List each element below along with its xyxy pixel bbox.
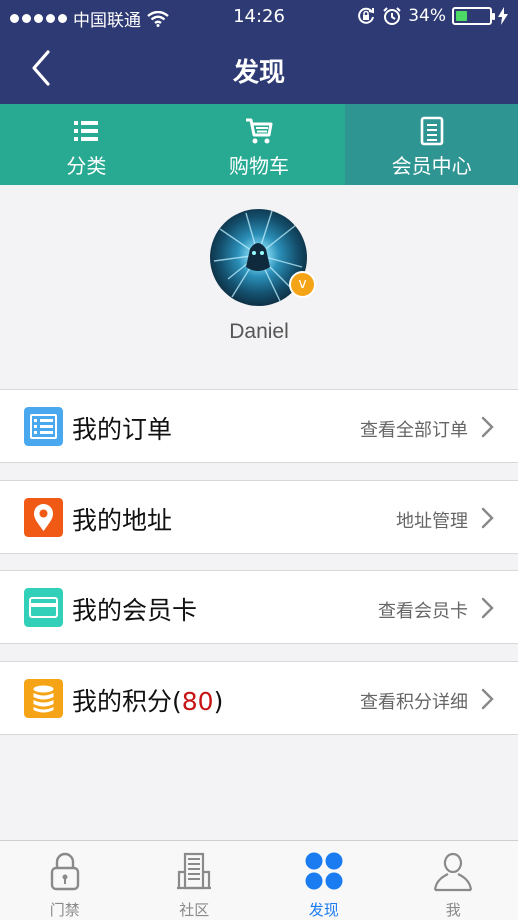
row-label: 我的订单 [72, 415, 173, 444]
chevron-right-icon [481, 416, 494, 438]
tab-label: 分类 [66, 154, 107, 178]
row-label: 我的地址 [72, 506, 173, 535]
row-action[interactable]: 地址管理 [396, 507, 468, 533]
status-bar: 中国联通 14:26 34% [0, 0, 518, 34]
tabbar-label: 我 [445, 901, 461, 919]
row-label: 我的会员卡 [72, 596, 198, 625]
document-icon [420, 116, 443, 146]
points-label-end: ) [213, 687, 224, 716]
chevron-right-icon [481, 597, 494, 619]
location-pin-icon [24, 498, 63, 537]
tabbar-item-discover[interactable]: 发现 [259, 841, 389, 920]
row-action[interactable]: 查看会员卡 [378, 597, 468, 623]
vip-badge: v [289, 271, 316, 298]
tab-cart[interactable]: 购物车 [173, 104, 346, 185]
coin-stack-icon [24, 679, 63, 718]
row-my-membership-card[interactable]: 我的会员卡 查看会员卡 [0, 570, 518, 644]
points-value: 80 [181, 687, 214, 716]
tabbar-label: 发现 [308, 901, 339, 919]
battery-percent: 34% [408, 6, 446, 26]
row-action[interactable]: 查看全部订单 [360, 416, 468, 442]
bottom-tab-bar: 门禁 社区 发现 我 [0, 840, 518, 920]
tab-member-center[interactable]: 会员中心 [345, 104, 518, 185]
row-my-points[interactable]: 我的积分(80) 查看积分详细 [0, 661, 518, 735]
chevron-right-icon [481, 688, 494, 710]
alarm-icon [383, 7, 401, 25]
tab-label: 购物车 [229, 154, 289, 178]
building-icon [177, 852, 212, 890]
tabbar-label: 社区 [179, 901, 210, 919]
row-label: 我的积分(80) [72, 682, 223, 718]
page-title: 发现 [232, 58, 285, 88]
cart-icon [246, 118, 273, 144]
charging-icon [498, 7, 508, 25]
tab-category[interactable]: 分类 [0, 104, 173, 185]
chevron-right-icon [481, 507, 494, 529]
points-label: 我的积分( [72, 687, 182, 716]
top-bar: 中国联通 14:26 34% 发现 [0, 0, 518, 104]
tabbar-label: 门禁 [49, 901, 80, 919]
nav-bar: 发现 [0, 34, 518, 104]
grid-dots-icon [305, 852, 343, 890]
card-icon [24, 588, 63, 627]
row-my-address[interactable]: 我的地址 地址管理 [0, 480, 518, 554]
status-right: 34% [356, 6, 508, 26]
tab-label: 会员中心 [391, 154, 472, 178]
top-tabs: 分类 购物车 会员中心 [0, 104, 518, 185]
tabbar-item-access[interactable]: 门禁 [0, 841, 130, 920]
lock-icon [50, 852, 79, 891]
order-list-icon [24, 407, 63, 446]
tabbar-item-me[interactable]: 我 [389, 841, 518, 920]
tabbar-item-community[interactable]: 社区 [130, 841, 260, 920]
row-my-orders[interactable]: 我的订单 查看全部订单 [0, 389, 518, 463]
battery-icon [452, 7, 495, 25]
list-icon [74, 121, 99, 141]
row-action[interactable]: 查看积分详细 [360, 688, 468, 714]
username: Daniel [229, 320, 289, 343]
rotation-lock-icon [358, 7, 375, 24]
person-icon [434, 852, 473, 892]
